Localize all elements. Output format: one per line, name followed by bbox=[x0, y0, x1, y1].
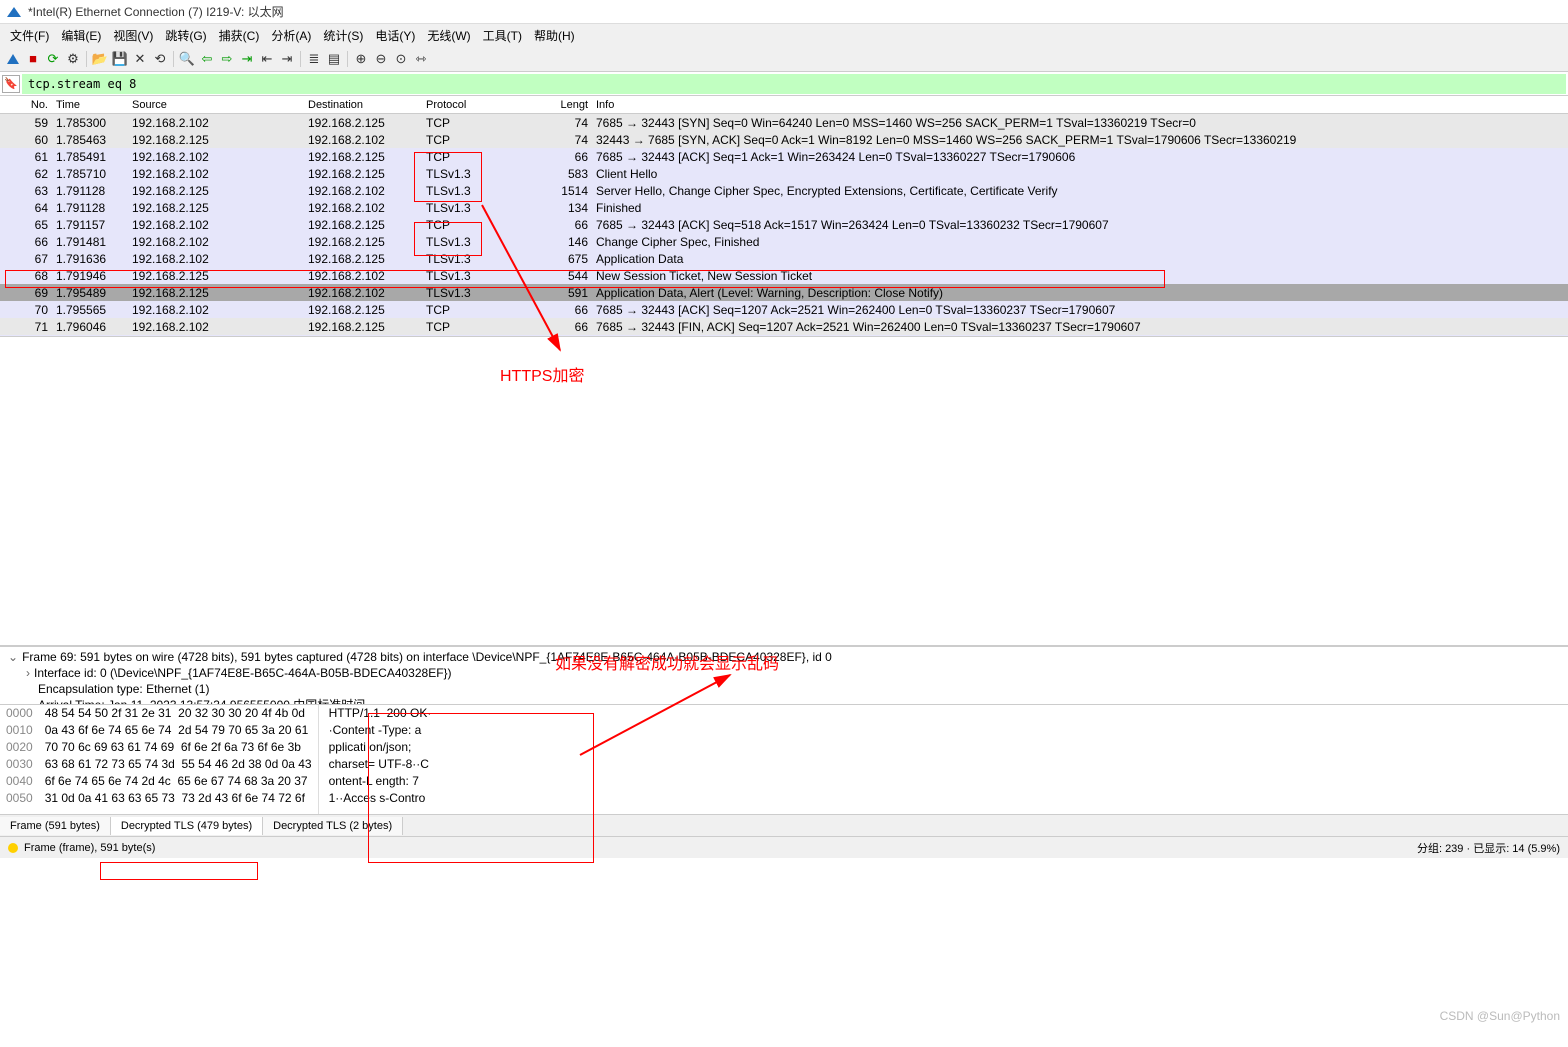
expert-info-icon[interactable] bbox=[8, 843, 18, 853]
zoom-reset-icon[interactable]: ⊙ bbox=[392, 50, 410, 68]
packet-row[interactable]: 601.785463192.168.2.125192.168.2.102TCP7… bbox=[0, 131, 1568, 148]
titlebar: *Intel(R) Ethernet Connection (7) I219-V… bbox=[0, 0, 1568, 24]
hex-bytes[interactable]: 0a 43 6f 6e 74 65 6e 74 2d 54 79 70 65 3… bbox=[45, 722, 312, 739]
status-bar: Frame (frame), 591 byte(s) 分组: 239 · 已显示… bbox=[0, 836, 1568, 858]
menu-wireless[interactable]: 无线(W) bbox=[421, 25, 476, 46]
bookmark-icon[interactable]: 🔖 bbox=[2, 75, 20, 93]
packet-list[interactable]: No. Time Source Destination Protocol Len… bbox=[0, 96, 1568, 336]
arrival-time: Arrival Time: Jan 11, 2023 13:57:34.9565… bbox=[38, 698, 365, 704]
encapsulation: Encapsulation type: Ethernet (1) bbox=[38, 682, 209, 696]
restart-capture-icon[interactable]: ⟳ bbox=[44, 50, 62, 68]
go-to-icon[interactable]: ⇥ bbox=[238, 50, 256, 68]
bytes-tabs: Frame (591 bytes) Decrypted TLS (479 byt… bbox=[0, 814, 1568, 836]
menu-go[interactable]: 跳转(G) bbox=[159, 25, 212, 46]
col-protocol[interactable]: Protocol bbox=[422, 99, 552, 111]
open-file-icon[interactable]: 📂 bbox=[91, 50, 109, 68]
packet-row[interactable]: 621.785710192.168.2.102192.168.2.125TLSv… bbox=[0, 165, 1568, 182]
hex-offset: 0020 bbox=[6, 739, 33, 756]
capture-options-icon[interactable]: ⚙ bbox=[64, 50, 82, 68]
menu-stats[interactable]: 统计(S) bbox=[317, 25, 369, 46]
col-time[interactable]: Time bbox=[52, 99, 128, 111]
col-source[interactable]: Source bbox=[128, 99, 304, 111]
hex-ascii[interactable]: charset= UTF-8··C bbox=[329, 756, 432, 773]
hex-bytes[interactable]: 48 54 54 50 2f 31 2e 31 20 32 30 30 20 4… bbox=[45, 705, 312, 722]
annotation-text: 如果没有解密成功就会显示乱码 bbox=[555, 650, 779, 674]
hex-offset: 0030 bbox=[6, 756, 33, 773]
packet-row[interactable]: 591.785300192.168.2.102192.168.2.125TCP7… bbox=[0, 114, 1568, 131]
annotation-box bbox=[100, 862, 258, 880]
save-file-icon[interactable]: 💾 bbox=[111, 50, 129, 68]
packet-bytes[interactable]: 000000100020003000400050 48 54 54 50 2f … bbox=[0, 704, 1568, 814]
packet-row[interactable]: 631.791128192.168.2.125192.168.2.102TLSv… bbox=[0, 182, 1568, 199]
hex-offset: 0040 bbox=[6, 773, 33, 790]
packet-row[interactable]: 671.791636192.168.2.102192.168.2.125TLSv… bbox=[0, 250, 1568, 267]
menu-edit[interactable]: 编辑(E) bbox=[55, 25, 107, 46]
go-forward-icon[interactable]: ⇨ bbox=[218, 50, 236, 68]
hex-bytes[interactable]: 31 0d 0a 41 63 63 65 73 73 2d 43 6f 6e 7… bbox=[45, 790, 312, 807]
auto-scroll-icon[interactable]: ≣ bbox=[305, 50, 323, 68]
hex-bytes[interactable]: 6f 6e 74 65 6e 74 2d 4c 65 6e 67 74 68 3… bbox=[45, 773, 312, 790]
window-title: *Intel(R) Ethernet Connection (7) I219-V… bbox=[28, 3, 284, 20]
menu-analyze[interactable]: 分析(A) bbox=[265, 25, 317, 46]
packet-row[interactable]: 651.791157192.168.2.102192.168.2.125TCP6… bbox=[0, 216, 1568, 233]
menu-capture[interactable]: 捕获(C) bbox=[213, 25, 266, 46]
status-right: 分组: 239 · 已显示: 14 (5.9%) bbox=[1417, 840, 1560, 856]
col-no[interactable]: No. bbox=[0, 99, 52, 111]
hex-ascii[interactable]: pplicati on/json; bbox=[329, 739, 432, 756]
close-file-icon[interactable]: ✕ bbox=[131, 50, 149, 68]
find-icon[interactable]: 🔍 bbox=[178, 50, 196, 68]
col-info[interactable]: Info bbox=[592, 99, 1568, 111]
colorize-icon[interactable]: ▤ bbox=[325, 50, 343, 68]
start-capture-icon[interactable] bbox=[4, 50, 22, 68]
display-filter-input[interactable] bbox=[22, 74, 1566, 94]
reload-icon[interactable]: ⟲ bbox=[151, 50, 169, 68]
zoom-out-icon[interactable]: ⊖ bbox=[372, 50, 390, 68]
go-first-icon[interactable]: ⇤ bbox=[258, 50, 276, 68]
stop-capture-icon[interactable]: ■ bbox=[24, 50, 42, 68]
tab-decrypted-tls-479[interactable]: Decrypted TLS (479 bytes) bbox=[111, 817, 263, 835]
hex-bytes[interactable]: 70 70 6c 69 63 61 74 69 6f 6e 2f 6a 73 6… bbox=[45, 739, 312, 756]
hex-ascii[interactable]: ·Content -Type: a bbox=[329, 722, 432, 739]
col-destination[interactable]: Destination bbox=[304, 99, 422, 111]
annotation-text: HTTPS加密 bbox=[500, 362, 584, 386]
menu-view[interactable]: 视图(V) bbox=[107, 25, 159, 46]
hex-bytes[interactable]: 63 68 61 72 73 65 74 3d 55 54 46 2d 38 0… bbox=[45, 756, 312, 773]
menu-help[interactable]: 帮助(H) bbox=[528, 25, 581, 46]
resize-columns-icon[interactable]: ⇿ bbox=[412, 50, 430, 68]
tab-frame[interactable]: Frame (591 bytes) bbox=[0, 817, 111, 835]
tab-decrypted-tls-2[interactable]: Decrypted TLS (2 bytes) bbox=[263, 817, 403, 835]
go-last-icon[interactable]: ⇥ bbox=[278, 50, 296, 68]
hex-offset: 0050 bbox=[6, 790, 33, 807]
packet-list-header: No. Time Source Destination Protocol Len… bbox=[0, 96, 1568, 114]
hex-ascii[interactable]: HTTP/1.1 200 OK· bbox=[329, 705, 432, 722]
packet-row[interactable]: 681.791946192.168.2.125192.168.2.102TLSv… bbox=[0, 267, 1568, 284]
app-icon bbox=[6, 4, 22, 20]
packet-row[interactable]: 701.795565192.168.2.102192.168.2.125TCP6… bbox=[0, 301, 1568, 318]
expand-icon[interactable]: ⌄ bbox=[8, 650, 18, 664]
menu-file[interactable]: 文件(F) bbox=[4, 25, 55, 46]
packet-row[interactable]: 641.791128192.168.2.125192.168.2.102TLSv… bbox=[0, 199, 1568, 216]
interface-id: Interface id: 0 (\Device\NPF_{1AF74E8E-B… bbox=[34, 666, 452, 680]
packet-list-empty-area bbox=[0, 336, 1568, 646]
hex-offset: 0000 bbox=[6, 705, 33, 722]
packet-row[interactable]: 611.785491192.168.2.102192.168.2.125TCP6… bbox=[0, 148, 1568, 165]
watermark: CSDN @Sun@Python bbox=[1440, 1009, 1560, 1023]
toolbar: ■ ⟳ ⚙ 📂 💾 ✕ ⟲ 🔍 ⇦ ⇨ ⇥ ⇤ ⇥ ≣ ▤ ⊕ ⊖ ⊙ ⇿ bbox=[0, 46, 1568, 72]
packet-row[interactable]: 711.796046192.168.2.102192.168.2.125TCP6… bbox=[0, 318, 1568, 335]
hex-ascii[interactable]: ontent-L ength: 7 bbox=[329, 773, 432, 790]
packet-details[interactable]: ⌄Frame 69: 591 bytes on wire (4728 bits)… bbox=[0, 646, 1568, 704]
status-left: Frame (frame), 591 byte(s) bbox=[24, 842, 155, 854]
expand-icon[interactable]: › bbox=[26, 666, 30, 680]
go-back-icon[interactable]: ⇦ bbox=[198, 50, 216, 68]
col-length[interactable]: Lengt bbox=[552, 99, 592, 111]
menu-tools[interactable]: 工具(T) bbox=[477, 25, 528, 46]
zoom-in-icon[interactable]: ⊕ bbox=[352, 50, 370, 68]
hex-ascii[interactable]: 1··Acces s-Contro bbox=[329, 790, 432, 807]
packet-row[interactable]: 691.795489192.168.2.125192.168.2.102TLSv… bbox=[0, 284, 1568, 301]
packet-row[interactable]: 661.791481192.168.2.102192.168.2.125TLSv… bbox=[0, 233, 1568, 250]
menu-telephony[interactable]: 电话(Y) bbox=[369, 25, 421, 46]
hex-offset: 0010 bbox=[6, 722, 33, 739]
menubar: 文件(F) 编辑(E) 视图(V) 跳转(G) 捕获(C) 分析(A) 统计(S… bbox=[0, 24, 1568, 46]
filter-bar: 🔖 bbox=[0, 72, 1568, 96]
